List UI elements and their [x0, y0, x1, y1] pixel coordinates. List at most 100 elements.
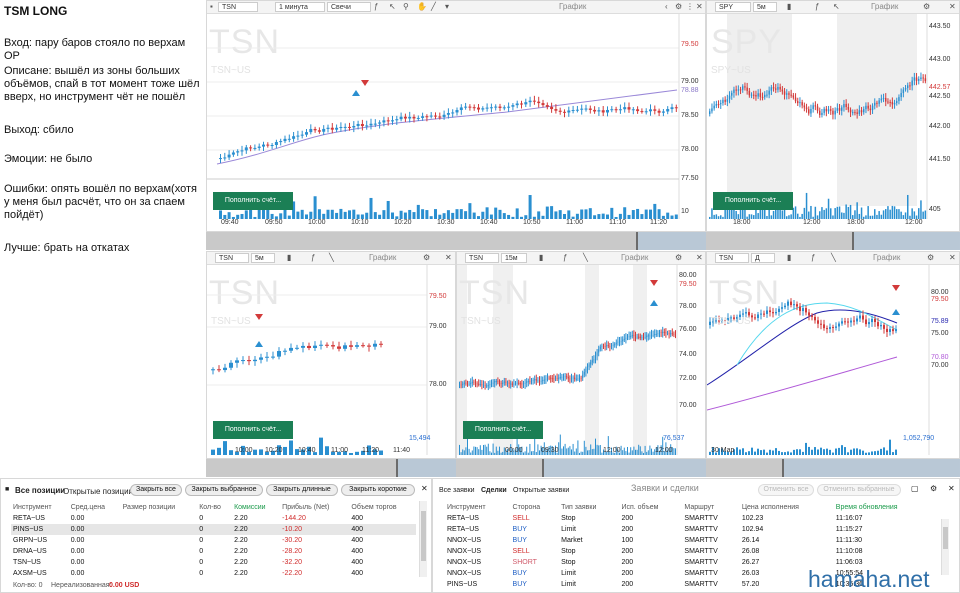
table-row[interactable]: NNOX~US SELL Stop 200 SMARTTV 26.08 11:10:08	[445, 546, 935, 557]
table-row[interactable]: NNOX~US BUY Market 100 SMARTTV 26.14 11:11:30	[445, 535, 935, 546]
cursor-icon[interactable]: ╲	[329, 253, 334, 262]
symbol-select[interactable]: TSN	[465, 253, 499, 263]
close-icon[interactable]: ✕	[696, 253, 703, 262]
col-header[interactable]: Размер позиции	[121, 502, 198, 513]
close-icon[interactable]: ✕	[948, 484, 955, 493]
cancel-all-button[interactable]: Отменить все	[758, 484, 814, 496]
indicators-icon[interactable]: ƒ	[563, 253, 567, 262]
table-row[interactable]: RETA~US 0.00 0 2.20 -144.20 400	[11, 513, 416, 524]
symbol-select[interactable]: SPY	[715, 2, 751, 12]
close-icon[interactable]: ✕	[445, 253, 452, 262]
col-header[interactable]: Инструмент	[11, 502, 69, 513]
candles-icon[interactable]: ▮	[787, 253, 791, 262]
chart-tsn-15m[interactable]: TSN 15м ▮ ƒ ╲ График ⚙ ✕ TSN TSN~US 80.0…	[456, 251, 706, 459]
close-all-button[interactable]: Закрыть все	[130, 484, 182, 496]
interval-select[interactable]: 5м	[251, 253, 275, 263]
trendline-icon[interactable]: ╱	[431, 2, 436, 11]
close-icon[interactable]: ✕	[949, 253, 956, 262]
deposit-button[interactable]: Пополнить счёт...	[213, 421, 293, 439]
close-icon[interactable]: ✕	[696, 2, 703, 11]
col-header[interactable]: Сторона	[511, 502, 560, 513]
deposit-button[interactable]: Пополнить счёт...	[463, 421, 543, 439]
hand-icon[interactable]: ✋	[417, 2, 427, 11]
col-header[interactable]: Исп. объем	[619, 502, 682, 513]
indicators-icon[interactable]: ƒ	[815, 2, 819, 11]
chart-scroller[interactable]	[456, 459, 706, 477]
chart-scroller[interactable]	[206, 232, 706, 250]
candles-icon[interactable]: ▮	[539, 253, 543, 262]
menu-icon[interactable]: ⋮	[686, 2, 694, 11]
close-selected-button[interactable]: Закрыть выбранное	[185, 484, 263, 496]
candle	[500, 383, 502, 385]
table-row[interactable]: TSN~US 0.00 0 2.20 -32.20 400	[11, 557, 416, 568]
chart-scroller[interactable]	[706, 459, 960, 477]
indicators-icon[interactable]: ƒ	[311, 253, 315, 262]
close-icon[interactable]: ✕	[949, 2, 956, 11]
col-header[interactable]: Тип заявки	[559, 502, 619, 513]
more-tools-icon[interactable]: ▾	[445, 2, 449, 11]
interval-select[interactable]: 1 минута	[275, 2, 325, 12]
candle	[373, 123, 377, 125]
gear-icon[interactable]: ⚙	[930, 484, 937, 493]
gear-icon[interactable]: ⚙	[675, 253, 682, 262]
tab-all-positions[interactable]: Все позиции	[15, 486, 65, 495]
tab-trades[interactable]: Сделки	[481, 487, 507, 494]
tab-open-orders[interactable]: Открытые заявки	[513, 487, 569, 494]
zoom-icon[interactable]: ⚲	[403, 2, 409, 11]
table-row[interactable]: PINS~US 0.00 0 2.20 -10.20 400	[11, 524, 416, 535]
popout-icon[interactable]: ▢	[911, 484, 919, 493]
interval-select[interactable]: Д	[751, 253, 775, 263]
col-header[interactable]: Инструмент	[445, 502, 511, 513]
candle	[403, 116, 407, 119]
chart-scroller[interactable]	[706, 232, 960, 250]
col-header[interactable]: Комиссии	[232, 502, 280, 513]
symbol-select[interactable]: TSN	[215, 253, 249, 263]
col-header[interactable]: Объем торгов	[349, 502, 416, 513]
chart-type-select[interactable]: Свечи	[327, 2, 371, 12]
col-header[interactable]: Цена исполнения	[740, 502, 834, 513]
table-row[interactable]: GRPN~US 0.00 0 2.20 -30.20 400	[11, 535, 416, 546]
close-icon[interactable]: ✕	[421, 484, 428, 493]
chart-tsn-5m[interactable]: TSN 5м ▮ ƒ ╲ График ⚙ ✕ TSN TSN~US 79.50…	[206, 251, 456, 459]
interval-select[interactable]: 15м	[501, 253, 527, 263]
col-header[interactable]: Время обновления	[834, 502, 935, 513]
interval-select[interactable]: 5м	[753, 2, 777, 12]
close-short-button[interactable]: Закрыть короткие	[341, 484, 415, 496]
chart-scroller[interactable]	[206, 459, 456, 477]
deposit-button[interactable]: Пополнить счёт...	[213, 192, 293, 210]
candles-icon[interactable]: ▮	[787, 2, 791, 11]
close-long-button[interactable]: Закрыть длинные	[266, 484, 338, 496]
cursor-icon[interactable]: ↖	[389, 2, 396, 11]
chevron-left-icon[interactable]: ‹	[665, 2, 668, 11]
cancel-selected-button[interactable]: Отменить выбранные	[817, 484, 901, 496]
indicators-icon[interactable]: ƒ	[811, 253, 815, 262]
col-header[interactable]: Кол-во	[197, 502, 232, 513]
chart-tsn-daily[interactable]: TSN Д ▮ ƒ ╲ График ⚙ ✕ TSN TSN~US 80.00 …	[706, 251, 960, 459]
positions-scrollbar[interactable]	[419, 501, 427, 577]
symbol-select[interactable]: TSN	[715, 253, 749, 263]
indicators-icon[interactable]: ƒ	[374, 2, 378, 11]
candles-icon[interactable]: ▮	[287, 253, 291, 262]
table-row[interactable]: DRNA~US 0.00 0 2.20 -28.20 400	[11, 546, 416, 557]
chart-tsn-1min[interactable]: ▪ TSN 1 минута Свечи ƒ ↖ ⚲ ✋ ╱ ▾ График …	[206, 0, 706, 232]
tab-all-orders[interactable]: Все заявки	[439, 487, 475, 494]
table-row[interactable]: AXSM~US 0.00 0 2.20 -22.20 400	[11, 568, 416, 579]
col-header[interactable]: Прибыль (Net)	[280, 502, 349, 513]
chart-spy-5m[interactable]: SPY 5м ▮ ƒ ↖ График ⚙ ✕ SPY SPY~US 443.5…	[706, 0, 960, 232]
link-icon[interactable]: ▪	[210, 2, 213, 11]
deposit-button[interactable]: Пополнить счёт...	[713, 192, 793, 210]
gear-icon[interactable]: ⚙	[675, 2, 682, 11]
cursor-icon[interactable]: ╲	[583, 253, 588, 262]
col-header[interactable]: Маршрут	[682, 502, 739, 513]
table-row[interactable]: RETA~US BUY Limit 200 SMARTTV 102.94 11:15:27	[445, 524, 935, 535]
orders-scrollbar[interactable]	[941, 519, 949, 575]
cursor-icon[interactable]: ╲	[831, 253, 836, 262]
gear-icon[interactable]: ⚙	[923, 2, 930, 11]
cursor-icon[interactable]: ↖	[833, 2, 840, 11]
table-row[interactable]: RETA~US SELL Stop 200 SMARTTV 102.23 11:16:07	[445, 513, 935, 524]
col-header[interactable]: Сред.цена	[69, 502, 121, 513]
gear-icon[interactable]: ⚙	[927, 253, 934, 262]
symbol-select[interactable]: TSN	[218, 2, 258, 12]
gear-icon[interactable]: ⚙	[423, 253, 430, 262]
tab-open-positions[interactable]: Открытые позиции	[63, 487, 133, 496]
